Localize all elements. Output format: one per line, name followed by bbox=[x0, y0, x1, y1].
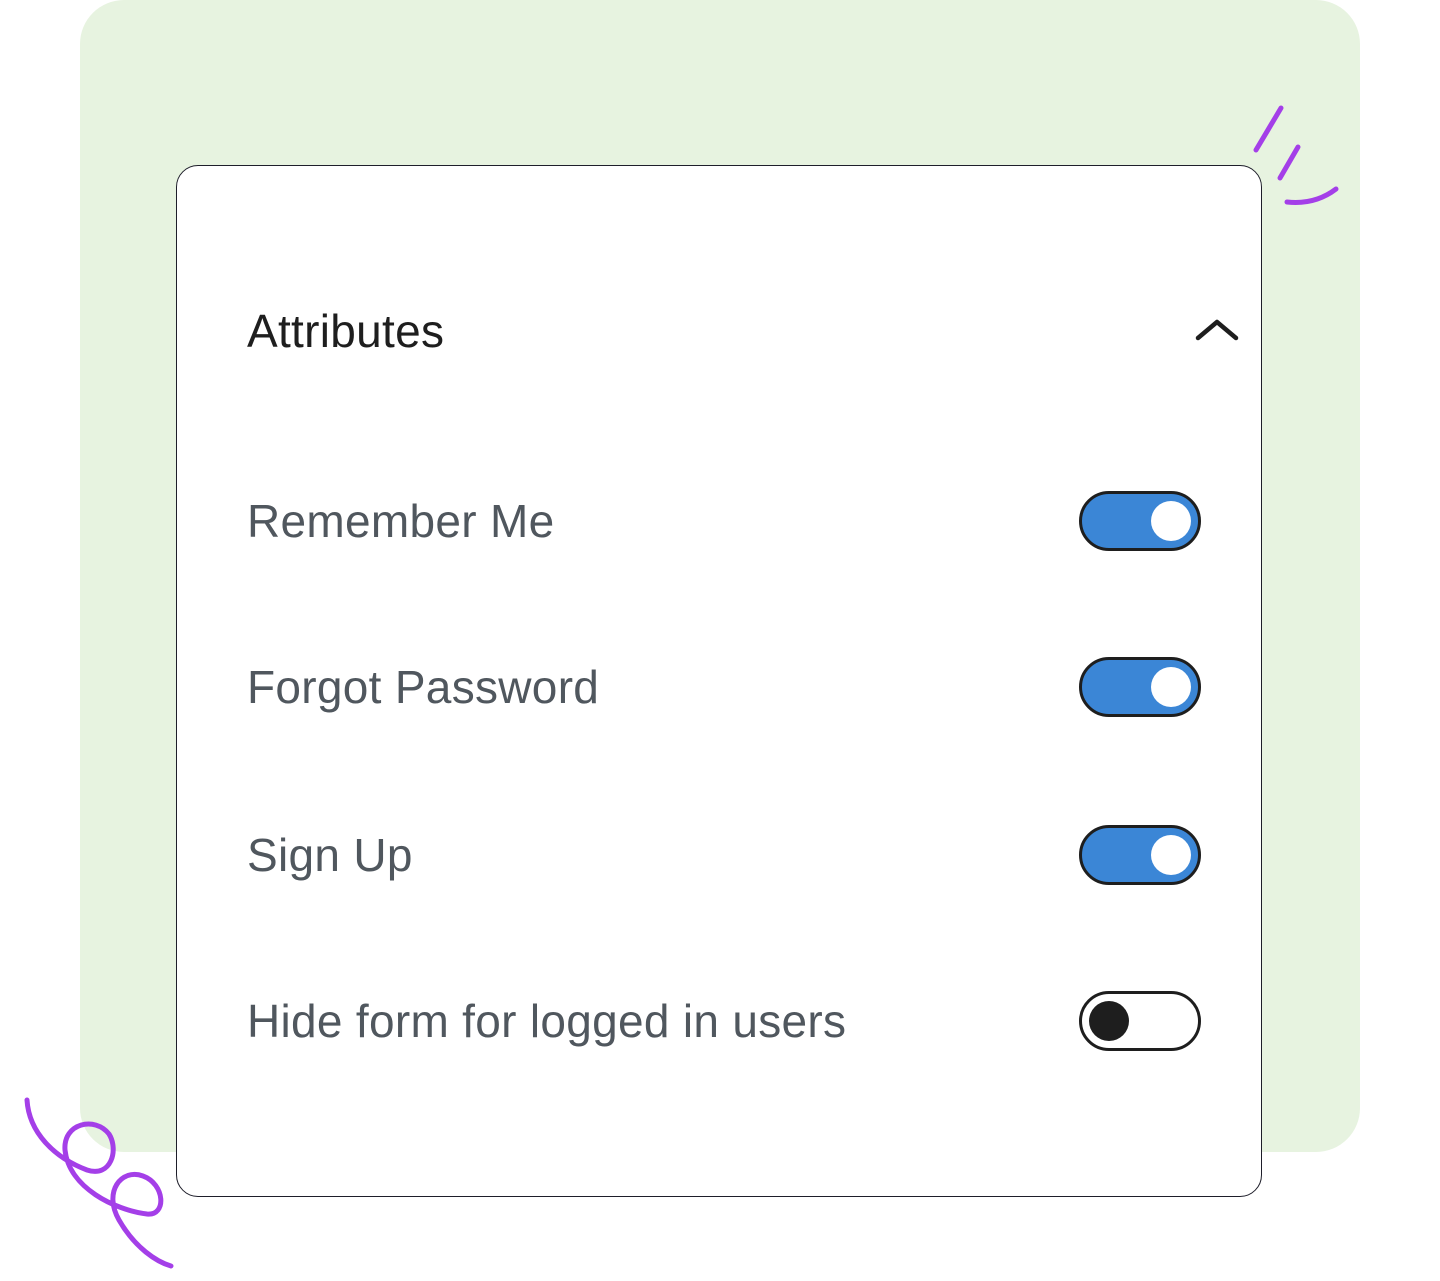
squiggle-decoration-icon bbox=[24, 1097, 174, 1269]
setting-row-remember-me: Remember Me bbox=[247, 489, 1207, 553]
setting-label: Hide form for logged in users bbox=[247, 995, 847, 1047]
attributes-panel: Attributes Remember Me Forgot Password S… bbox=[176, 165, 1262, 1197]
setting-row-forgot-password: Forgot Password bbox=[247, 655, 1207, 719]
toggle-knob bbox=[1151, 667, 1191, 707]
sign-up-toggle[interactable] bbox=[1079, 825, 1201, 885]
remember-me-toggle[interactable] bbox=[1079, 491, 1201, 551]
toggle-knob bbox=[1089, 1001, 1129, 1041]
panel-title: Attributes bbox=[247, 305, 445, 357]
panel-header[interactable]: Attributes bbox=[247, 301, 1239, 361]
setting-label: Forgot Password bbox=[247, 661, 600, 713]
setting-label: Remember Me bbox=[247, 495, 555, 547]
setting-row-hide-form: Hide form for logged in users bbox=[247, 989, 1207, 1053]
forgot-password-toggle[interactable] bbox=[1079, 657, 1201, 717]
chevron-up-icon bbox=[1195, 319, 1239, 341]
setting-label: Sign Up bbox=[247, 829, 413, 881]
stage: Attributes Remember Me Forgot Password S… bbox=[0, 0, 1440, 1281]
toggle-knob bbox=[1151, 501, 1191, 541]
setting-row-sign-up: Sign Up bbox=[247, 823, 1207, 887]
collapse-button[interactable] bbox=[1187, 301, 1247, 361]
toggle-knob bbox=[1151, 835, 1191, 875]
hide-form-toggle[interactable] bbox=[1079, 991, 1201, 1051]
